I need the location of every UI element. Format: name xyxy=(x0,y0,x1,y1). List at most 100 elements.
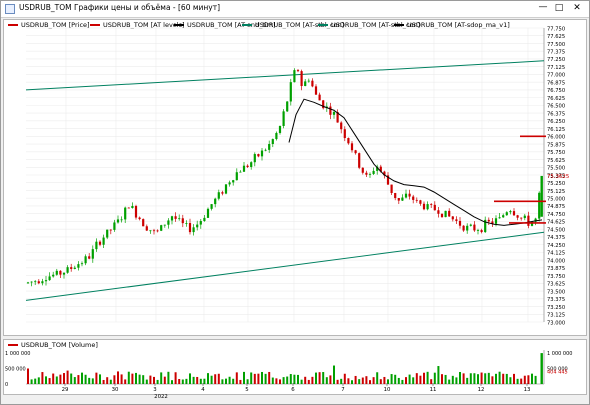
candle-body[interactable] xyxy=(214,198,217,205)
candle-body[interactable] xyxy=(109,229,112,231)
volume-bar[interactable] xyxy=(66,370,69,384)
candle-body[interactable] xyxy=(142,219,145,227)
candle-body[interactable] xyxy=(318,94,321,101)
candle-body[interactable] xyxy=(52,274,55,277)
candle-body[interactable] xyxy=(228,182,231,185)
minimize-button[interactable]: — xyxy=(537,3,549,14)
candle-body[interactable] xyxy=(307,80,310,82)
candle-body[interactable] xyxy=(116,219,120,223)
price-chart[interactable]: 77.750 77.625 77.500 77.37577.250 77.125 77.0… xyxy=(4,20,586,335)
candle-body[interactable] xyxy=(88,256,91,259)
candle-body[interactable] xyxy=(350,143,354,151)
candle-body[interactable] xyxy=(458,220,462,226)
volume-bar[interactable] xyxy=(437,366,440,384)
candle-body[interactable] xyxy=(300,71,303,87)
candle-body[interactable] xyxy=(354,150,357,154)
last-candle-body[interactable] xyxy=(540,175,543,217)
candle-body[interactable] xyxy=(203,217,206,222)
candle-body[interactable] xyxy=(487,219,490,222)
candle-body[interactable] xyxy=(426,204,429,210)
candle-body[interactable] xyxy=(293,70,296,83)
candle-body[interactable] xyxy=(278,125,282,133)
candle-body[interactable] xyxy=(84,256,87,264)
candle-body[interactable] xyxy=(113,222,116,230)
candle-body[interactable] xyxy=(196,224,199,228)
candle-body[interactable] xyxy=(253,154,256,163)
candle-body[interactable] xyxy=(55,270,58,275)
candle-body[interactable] xyxy=(102,237,105,245)
candle-body[interactable] xyxy=(37,281,40,284)
candle-body[interactable] xyxy=(134,205,138,218)
candle-body[interactable] xyxy=(264,149,267,151)
candle-body[interactable] xyxy=(516,215,519,218)
candle-body[interactable] xyxy=(444,210,447,218)
candle-body[interactable] xyxy=(235,172,238,181)
candle-body[interactable] xyxy=(480,230,483,233)
volume-bars[interactable] xyxy=(27,365,537,384)
candle-body[interactable] xyxy=(73,267,76,269)
close-button[interactable]: ✕ xyxy=(571,3,583,14)
candle-body[interactable] xyxy=(188,223,192,233)
candle-body[interactable] xyxy=(224,184,228,194)
candle-body[interactable] xyxy=(268,144,271,150)
candle-body[interactable] xyxy=(419,200,422,204)
candle-body[interactable] xyxy=(260,150,264,157)
candle-body[interactable] xyxy=(358,153,361,168)
candle-body[interactable] xyxy=(509,211,512,213)
candle-body[interactable] xyxy=(415,199,418,201)
candle-body[interactable] xyxy=(397,198,400,201)
candle-body[interactable] xyxy=(372,170,375,174)
candle-body[interactable] xyxy=(289,82,292,102)
candle-body[interactable] xyxy=(217,192,220,199)
candle-body[interactable] xyxy=(66,267,69,273)
candle-body[interactable] xyxy=(394,193,397,199)
candle-body[interactable] xyxy=(34,281,37,283)
candle-body[interactable] xyxy=(26,282,30,284)
candle-body[interactable] xyxy=(433,204,436,211)
candle-body[interactable] xyxy=(502,215,505,218)
candle-body[interactable] xyxy=(221,192,224,194)
candle-body[interactable] xyxy=(257,154,260,157)
title-bar[interactable]: USDRUB_TOM Графики цены и объёма - [60 м… xyxy=(1,1,589,18)
candle-body[interactable] xyxy=(527,215,530,226)
candle-body[interactable] xyxy=(304,81,307,87)
maximize-button[interactable]: □ xyxy=(553,3,565,14)
candle-body[interactable] xyxy=(498,217,501,219)
candle-body[interactable] xyxy=(77,264,80,268)
candle-body[interactable] xyxy=(282,111,285,126)
candle-body[interactable] xyxy=(163,224,166,226)
candle-body[interactable] xyxy=(98,241,102,245)
candle-body[interactable] xyxy=(343,129,346,139)
candle-body[interactable] xyxy=(138,217,141,220)
candle-body[interactable] xyxy=(408,193,411,197)
candle-body[interactable] xyxy=(368,173,372,175)
candle-body[interactable] xyxy=(170,216,174,221)
candle-body[interactable] xyxy=(30,281,33,283)
candle-body[interactable] xyxy=(250,162,253,167)
candle-body[interactable] xyxy=(404,193,408,198)
candle-body[interactable] xyxy=(239,171,242,173)
candle-body[interactable] xyxy=(275,132,278,140)
candle-body[interactable] xyxy=(156,230,159,232)
candle-body[interactable] xyxy=(451,216,454,220)
candle-body[interactable] xyxy=(512,211,516,216)
candle-body[interactable] xyxy=(473,224,476,231)
candle-body[interactable] xyxy=(174,216,177,219)
candle-body[interactable] xyxy=(332,112,336,115)
candle-body[interactable] xyxy=(494,218,498,224)
candle-body[interactable] xyxy=(62,272,66,275)
candle-body[interactable] xyxy=(192,227,195,233)
candle-body[interactable] xyxy=(48,276,51,281)
candle-body[interactable] xyxy=(149,230,152,232)
candle-body[interactable] xyxy=(422,203,426,210)
candle-body[interactable] xyxy=(538,192,541,219)
candle-body[interactable] xyxy=(160,225,163,231)
upper-trend-line[interactable] xyxy=(25,60,545,91)
candle-body[interactable] xyxy=(124,207,127,220)
candle-body[interactable] xyxy=(361,167,364,173)
candle-body[interactable] xyxy=(286,101,289,112)
candle-body[interactable] xyxy=(401,197,404,201)
candle-body[interactable] xyxy=(340,122,343,130)
candle-body[interactable] xyxy=(70,267,73,269)
candle-body[interactable] xyxy=(44,280,48,282)
